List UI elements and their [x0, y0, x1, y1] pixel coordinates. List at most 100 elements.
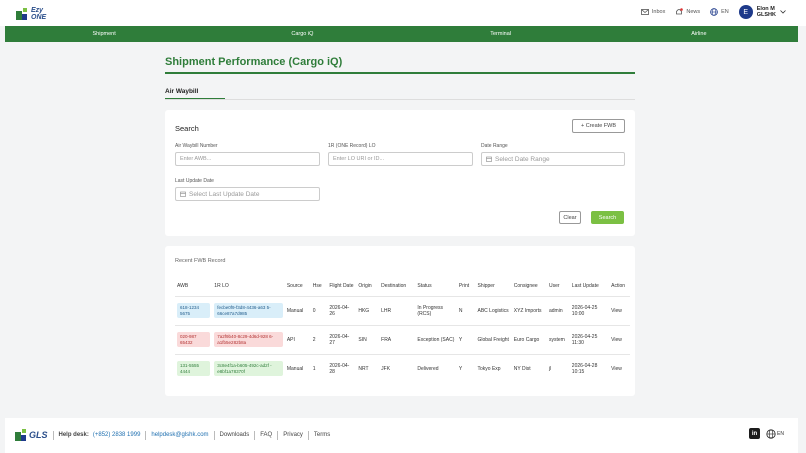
lo-chip[interactable]: 7a2f9b40-8c29-4d6d-928 6-a1fb5e282b8a	[214, 332, 283, 347]
shipper-cell: ABC Logistics	[475, 295, 512, 325]
source-cell: Manual	[284, 353, 311, 383]
origin-cell: SIN	[356, 324, 380, 354]
nav-terminal[interactable]: Terminal	[402, 26, 600, 42]
view-link[interactable]: View	[609, 295, 630, 325]
col-print: Print	[458, 282, 470, 289]
chevron-down-icon	[780, 10, 786, 14]
awb-chip[interactable]: 131-5555 4444	[177, 361, 211, 377]
footer-link-downloads[interactable]: Downloads	[220, 432, 250, 438]
col-user: User	[549, 282, 560, 289]
hse-cell: 2	[310, 324, 328, 354]
awb-placeholder: Enter AWB...	[180, 156, 212, 162]
col-origin: Origin	[358, 282, 372, 289]
col-hse: Hse	[312, 282, 322, 289]
lo-placeholder: Enter LO URI or ID...	[333, 156, 385, 162]
records-title: Recent FWB Record	[175, 258, 226, 264]
footer-divider	[277, 430, 279, 440]
footer-divider	[213, 430, 215, 440]
source-cell: Manual	[284, 295, 311, 325]
lo-chip[interactable]: fecbe0f9-f3d8-4436-a63 5-66ce87a7d985	[214, 303, 283, 318]
search-button[interactable]: Search	[591, 211, 624, 224]
bell-icon	[676, 8, 684, 15]
user-org: GLSHK	[756, 12, 776, 18]
last-update-input[interactable]: Select Last Update Date	[175, 187, 320, 201]
news-label: News	[686, 9, 701, 15]
view-link[interactable]: View	[609, 324, 630, 354]
last-update-cell: 2026-04-25 10:00	[569, 295, 610, 325]
calendar-icon	[486, 156, 492, 162]
print-cell: Y	[456, 324, 476, 354]
status-cell: Exception (SAC)	[415, 324, 457, 354]
awb-label: Air Waybill Number	[175, 143, 218, 149]
top-bar: Ezy ONE Inbox News EN E Elon M GLSHK	[0, 0, 806, 26]
gls-logo-mark-icon	[15, 429, 27, 441]
flight-date-cell: 2026-04-27	[327, 324, 357, 354]
helpdesk-label: Help desk:	[58, 432, 89, 438]
destination-cell: LHR	[379, 295, 416, 325]
lo-input[interactable]: Enter LO URI or ID...	[328, 152, 473, 166]
print-cell: Y	[456, 353, 476, 383]
inbox-button[interactable]: Inbox	[640, 9, 666, 15]
linkedin-icon[interactable]: in	[749, 428, 761, 439]
footer-divider	[52, 430, 54, 440]
user-cell: system	[547, 324, 570, 354]
clear-button[interactable]: Clear	[559, 211, 581, 224]
footer-link-privacy[interactable]: Privacy	[283, 432, 303, 438]
inbox-label: Inbox	[651, 9, 666, 15]
col-lo: 1R LO	[214, 282, 229, 289]
col-flight-date: Flight Date	[329, 282, 354, 289]
view-link[interactable]: View	[609, 353, 630, 383]
helpdesk-phone-link[interactable]: (+852) 2838 1999	[93, 432, 141, 438]
col-destination: Destination	[381, 282, 407, 289]
date-range-placeholder: Select Date Range	[495, 155, 550, 163]
awb-chip[interactable]: 020-987 65432	[177, 332, 211, 347]
date-range-input[interactable]: Select Date Range	[481, 152, 625, 166]
awb-chip[interactable]: 618-1234 5675	[177, 303, 211, 318]
col-shipper: Shipper	[477, 282, 495, 289]
nav-airline[interactable]: Airline	[600, 26, 798, 42]
page-title: Shipment Performance (Cargo iQ)	[165, 56, 343, 68]
last-update-label: Last Update Date	[175, 178, 214, 184]
news-button[interactable]: News	[675, 8, 700, 16]
table-header-row: AWB 1R LO Source Hse Flight Date Origin …	[175, 276, 630, 296]
ezy-one-logo[interactable]: Ezy ONE	[16, 7, 46, 21]
shipper-cell: Tokyo Exp	[475, 353, 512, 383]
consignee-cell: NY Dist	[511, 353, 547, 383]
tab-air-waybill[interactable]: Air Waybill	[165, 88, 198, 95]
last-update-cell: 2026-04-25 11:30	[569, 324, 610, 354]
calendar-icon	[180, 191, 186, 197]
col-consignee: Consignee	[513, 282, 538, 289]
col-source: Source	[286, 282, 303, 289]
col-action: Action	[611, 282, 626, 289]
language-selector[interactable]: EN	[710, 8, 729, 16]
hse-cell: 0	[310, 295, 328, 325]
search-panel: Search + Create FWB Air Waybill Number E…	[165, 110, 635, 236]
footer-divider	[254, 430, 256, 440]
user-menu[interactable]: E Elon M GLSHK	[738, 5, 786, 19]
table-row: 618-1234 5675 fecbe0f9-f3d8-4436-a63 5-6…	[175, 295, 630, 325]
user-cell: admin	[547, 295, 570, 325]
helpdesk-email-link[interactable]: helpdesk@glshk.com	[151, 432, 208, 438]
title-divider	[165, 72, 635, 74]
logo-line-2: ONE	[31, 14, 47, 21]
avatar: E	[738, 5, 753, 19]
records-table: AWB 1R LO Source Hse Flight Date Origin …	[175, 276, 630, 383]
consignee-cell: XYZ Imports	[511, 295, 547, 325]
awb-input[interactable]: Enter AWB...	[175, 152, 320, 166]
last-update-cell: 2026-04-28 10:15	[569, 353, 610, 383]
consignee-cell: Euro Cargo	[511, 324, 547, 354]
lo-chip[interactable]: 3c8e4f1a-b605-492c-ad2f -e8bf1a78370f	[214, 361, 283, 377]
footer-link-faq[interactable]: FAQ	[260, 432, 272, 438]
footer-language-label: EN	[777, 430, 784, 437]
gls-logo-text: GLS	[29, 430, 48, 440]
col-status: Status	[417, 282, 432, 289]
tab-divider	[165, 99, 635, 100]
footer-link-terms[interactable]: Terms	[314, 432, 330, 438]
gls-logo[interactable]: GLS	[15, 429, 48, 441]
lo-label: 1R (ONE Record) LO	[328, 143, 376, 149]
nav-shipment[interactable]: Shipment	[5, 26, 203, 42]
create-fwb-button[interactable]: + Create FWB	[572, 119, 625, 133]
nav-cargo-iq[interactable]: Cargo iQ	[203, 26, 401, 42]
footer-language-selector[interactable]: EN	[766, 428, 784, 439]
col-awb: AWB	[177, 282, 189, 289]
